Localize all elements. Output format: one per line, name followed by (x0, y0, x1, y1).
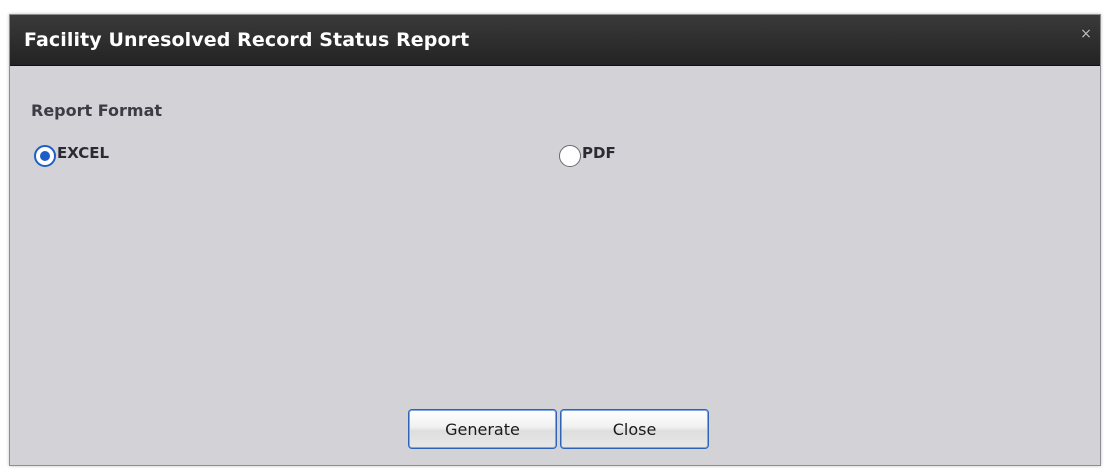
generate-button[interactable]: Generate (408, 409, 557, 449)
dialog-title: Facility Unresolved Record Status Report (24, 29, 470, 51)
radio-checked-icon[interactable] (34, 145, 56, 167)
radio-option-excel[interactable]: EXCEL (34, 144, 110, 167)
dialog-titlebar: Facility Unresolved Record Status Report… (10, 15, 1100, 66)
radio-label-excel: EXCEL (57, 144, 110, 162)
radio-unchecked-icon[interactable] (559, 145, 581, 167)
radio-label-pdf: PDF (582, 144, 616, 162)
report-dialog: Facility Unresolved Record Status Report… (9, 14, 1101, 466)
close-icon[interactable]: × (1078, 26, 1094, 42)
radio-option-pdf[interactable]: PDF (559, 144, 616, 167)
close-button[interactable]: Close (560, 409, 709, 449)
report-format-label: Report Format (31, 101, 163, 120)
